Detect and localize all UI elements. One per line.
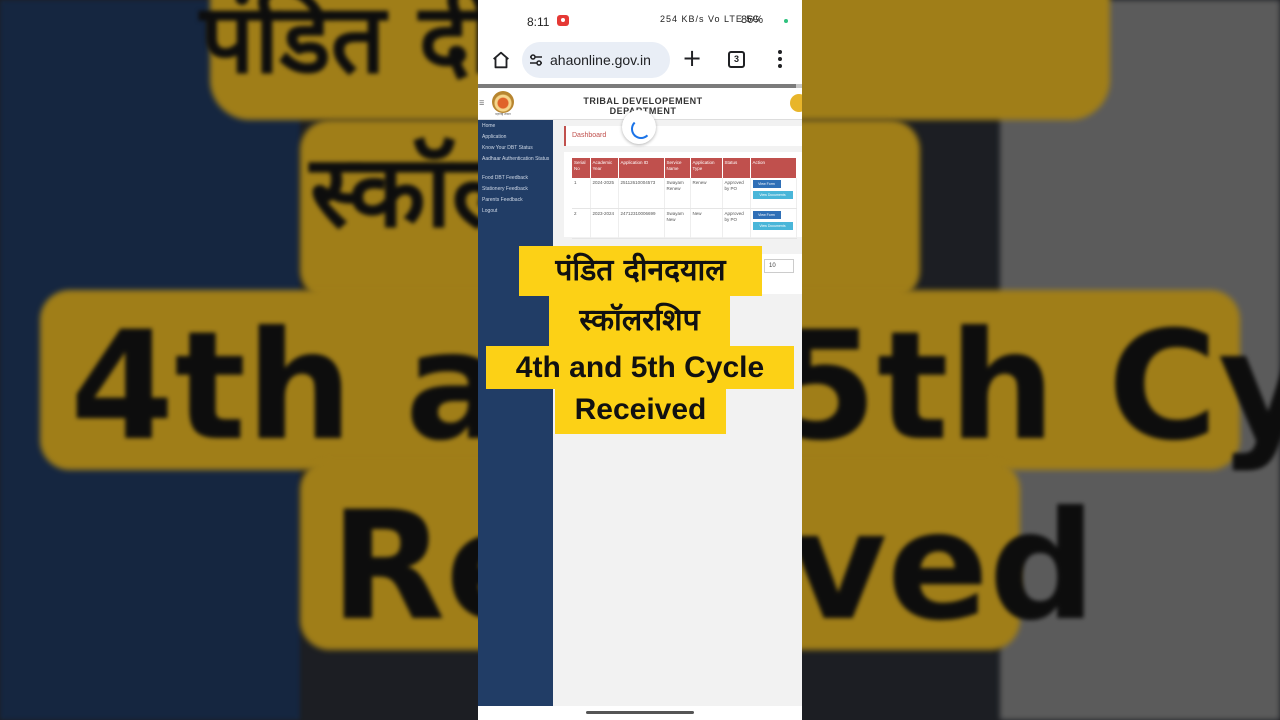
col-header: Application Type (690, 158, 723, 178)
gesture-nav-bar (478, 706, 802, 720)
logo-caption: महाराष्ट्र शासन (495, 112, 511, 116)
browser-toolbar: ahaonline.gov.in + 3 (478, 40, 802, 84)
cell-app-id: 25112610004573 (618, 178, 665, 209)
emblem-icon (790, 94, 802, 112)
cell-serial: 1 (572, 178, 591, 209)
site-settings-icon[interactable] (528, 52, 544, 68)
loading-spinner-icon (622, 110, 656, 144)
caption-cycle: 4th and 5th Cycle (486, 346, 794, 389)
new-tab-icon[interactable]: + (680, 46, 704, 70)
maharashtra-emblem-logo (492, 91, 514, 113)
sidebar-item-dbt-status[interactable]: Know Your DBT Status (482, 145, 552, 151)
table-row: 1 2024-2025 25112610004573 Swayam Renew … (572, 178, 797, 209)
more-menu-icon[interactable] (774, 48, 786, 70)
sidebar-item-parents-feedback[interactable]: Parents Feedback (482, 197, 552, 203)
sidebar-item-home[interactable]: Home (482, 123, 552, 129)
cell-serial: 2 (572, 208, 591, 239)
sidebar-item-application[interactable]: Application (482, 134, 552, 140)
tab-switcher-button[interactable]: 3 (728, 51, 745, 68)
table-header-row: Serial No Academic Year Application ID S… (572, 158, 797, 178)
menu-toggle-icon[interactable]: ☰ (479, 100, 485, 107)
view-documents-button[interactable]: View Documents (752, 191, 793, 199)
cell-service: Swayam Renew (664, 178, 691, 209)
table-row: 2 2023-2024 24712310006699 Swayam New Ne… (572, 208, 797, 239)
cell-action: View Form View Documents (750, 208, 797, 239)
view-form-button[interactable]: View Form (752, 210, 781, 219)
url-field[interactable]: ahaonline.gov.in (522, 42, 670, 78)
sidebar-item-aadhaar-status[interactable]: Aadhaar Authentication Status (482, 156, 552, 162)
cell-type: New (690, 208, 723, 239)
applications-table: Serial No Academic Year Application ID S… (572, 158, 797, 239)
home-icon[interactable] (490, 49, 512, 71)
caption-received: Received (555, 389, 726, 434)
cell-app-id: 24712310006699 (618, 208, 665, 239)
sidebar: Home Application Know Your DBT Status Aa… (478, 120, 553, 706)
breadcrumb: Dashboard (564, 126, 802, 146)
col-header: Action (750, 158, 797, 178)
sidebar-item-stationery-feedback[interactable]: Stationery Feedback (482, 186, 552, 192)
cell-action: View Form View Documents (750, 178, 797, 209)
cell-status: Approved by PO (722, 208, 751, 239)
sidebar-item-logout[interactable]: Logout (482, 208, 552, 214)
screen-record-icon (557, 15, 569, 26)
view-form-button[interactable]: View Form (752, 180, 781, 188)
url-text: ahaonline.gov.in (550, 52, 651, 68)
cell-year: 2024-2025 (590, 178, 619, 209)
cell-status: Approved by PO (722, 178, 751, 209)
cell-type: Renew (690, 178, 723, 209)
battery-level: 86% (741, 14, 764, 26)
privacy-dot-icon (784, 19, 788, 23)
status-time: 8:11 (527, 15, 550, 29)
cell-service: Swayam New (664, 208, 691, 239)
col-header: Service Name (664, 158, 691, 178)
col-header: Application ID (618, 158, 665, 178)
sidebar-item-food-feedback[interactable]: Food DBT Feedback (482, 175, 552, 181)
col-header: Serial No (572, 158, 591, 178)
col-header: Academic Year (590, 158, 619, 178)
page-size-select[interactable]: 10 (764, 259, 794, 273)
caption-scholarship: स्कॉलरशिप (549, 296, 730, 346)
status-bar: 8:11 254 KB/s Vo LTE 5G 86% (478, 0, 802, 40)
caption-scheme-name: पंडित दीनदयाल (519, 246, 762, 296)
breadcrumb-dashboard[interactable]: Dashboard (572, 132, 606, 139)
cell-year: 2023-2024 (590, 208, 619, 239)
home-gesture-handle[interactable] (586, 711, 694, 714)
applications-card: Serial No Academic Year Application ID S… (564, 152, 802, 239)
col-header: Status (722, 158, 751, 178)
view-documents-button[interactable]: View Documents (752, 221, 793, 230)
